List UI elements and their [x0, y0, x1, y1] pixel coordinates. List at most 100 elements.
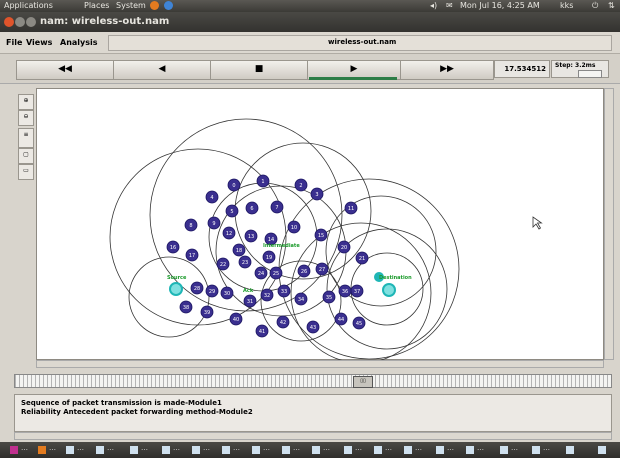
network-node[interactable]: 34: [294, 292, 308, 306]
user-name[interactable]: kks: [560, 1, 573, 10]
fast-rewind-button[interactable]: ◀◀: [16, 60, 114, 80]
taskbar-item[interactable]: …: [532, 444, 554, 455]
network-node[interactable]: 31: [243, 294, 257, 308]
network-node[interactable]: 32: [260, 288, 274, 302]
taskbar-item[interactable]: …: [96, 444, 118, 455]
step-control[interactable]: Step: 3.2ms: [551, 60, 609, 78]
analysis-menu[interactable]: Analysis: [60, 38, 98, 47]
taskbar-item[interactable]: …: [466, 444, 488, 455]
timeline-thumb[interactable]: ▯▯: [353, 376, 373, 388]
monitor-icon[interactable]: ▭: [18, 164, 34, 180]
network-node[interactable]: 45: [352, 316, 366, 330]
network-node[interactable]: 24: [254, 266, 268, 280]
fast-forward-button[interactable]: ▶▶: [400, 60, 494, 80]
taskbar-item[interactable]: …: [344, 444, 366, 455]
network-node[interactable]: 0: [227, 178, 241, 192]
source-node[interactable]: [169, 282, 183, 296]
annotation-line-2[interactable]: Reliability Antecedent packet forwarding…: [21, 408, 605, 417]
network-node[interactable]: 22: [216, 257, 230, 271]
network-node[interactable]: 36: [338, 284, 352, 298]
network-node[interactable]: 23: [238, 255, 252, 269]
horizontal-scrollbar[interactable]: [36, 360, 604, 368]
help-icon[interactable]: [164, 1, 173, 12]
zoom-in-icon[interactable]: ⊕: [18, 94, 34, 110]
mail-icon[interactable]: ✉: [446, 1, 453, 10]
network-node[interactable]: 1: [256, 174, 270, 188]
power-icon[interactable]: ⏻: [592, 1, 598, 11]
network-node[interactable]: 9: [207, 216, 221, 230]
maximize-icon[interactable]: [26, 17, 36, 27]
taskbar-item[interactable]: …: [222, 444, 244, 455]
network-canvas[interactable]: 0 1 2 3 4 5 6 7 8 9 10 11 12 13 14 15 16 17 18 19 20 21 22 23 24…: [36, 88, 604, 361]
system-menu[interactable]: System: [116, 1, 146, 10]
firefox-icon[interactable]: [150, 1, 159, 12]
network-node[interactable]: 35: [322, 290, 336, 304]
taskbar-item[interactable]: …: [192, 444, 214, 455]
network-node[interactable]: 29: [205, 284, 219, 298]
network-node[interactable]: 41: [255, 324, 269, 338]
taskbar-item[interactable]: …: [404, 444, 426, 455]
vertical-scrollbar[interactable]: [604, 88, 614, 360]
close-icon[interactable]: [4, 17, 14, 27]
applications-menu[interactable]: Applications: [4, 1, 53, 10]
network-node[interactable]: 7: [270, 200, 284, 214]
network-node[interactable]: 19: [262, 250, 276, 264]
taskbar-item[interactable]: [566, 445, 588, 455]
annotation-scrollbar[interactable]: [14, 432, 612, 440]
step-slider[interactable]: [578, 70, 602, 78]
network-node[interactable]: 26: [297, 264, 311, 278]
network-node[interactable]: 40: [229, 312, 243, 326]
taskbar-item[interactable]: …: [10, 444, 32, 455]
network-node[interactable]: 12: [222, 226, 236, 240]
minimize-icon[interactable]: [15, 17, 25, 27]
network-node[interactable]: 6: [245, 201, 259, 215]
destination-node[interactable]: [382, 283, 396, 297]
network-node[interactable]: 43: [306, 320, 320, 334]
taskbar-item[interactable]: …: [252, 444, 274, 455]
taskbar-item[interactable]: …: [66, 444, 88, 455]
places-menu[interactable]: Places: [84, 1, 109, 10]
cursor-icon[interactable]: ▢: [18, 148, 34, 164]
network-node[interactable]: 21: [355, 251, 369, 265]
taskbar-item[interactable]: …: [130, 444, 152, 455]
taskbar-item[interactable]: …: [500, 444, 522, 455]
network-node[interactable]: 28: [190, 281, 204, 295]
network-node[interactable]: 4: [205, 190, 219, 204]
network-node[interactable]: 10: [287, 220, 301, 234]
rewind-button[interactable]: ◀: [113, 60, 211, 80]
network-node[interactable]: 33: [277, 284, 291, 298]
network-node[interactable]: 20: [337, 240, 351, 254]
taskbar-item[interactable]: …: [282, 444, 304, 455]
volume-icon[interactable]: ◂): [430, 1, 437, 10]
timeline-slider[interactable]: ▯▯: [14, 374, 612, 388]
network-node[interactable]: 44: [334, 312, 348, 326]
clock[interactable]: Mon Jul 16, 4:25 AM: [460, 1, 540, 10]
taskbar-item[interactable]: [598, 445, 620, 455]
network-node[interactable]: 5: [225, 204, 239, 218]
network-node[interactable]: 37: [350, 284, 364, 298]
taskbar-item[interactable]: …: [162, 444, 184, 455]
file-menu[interactable]: File: [6, 38, 22, 47]
network-node[interactable]: 13: [244, 229, 258, 243]
taskbar-item[interactable]: …: [436, 444, 458, 455]
edit-icon[interactable]: ≡: [18, 128, 34, 148]
views-menu[interactable]: Views: [26, 38, 52, 47]
network-node[interactable]: 3: [310, 187, 324, 201]
network-node[interactable]: 2: [294, 178, 308, 192]
network-node[interactable]: 25: [269, 266, 283, 280]
network-node[interactable]: 38: [179, 300, 193, 314]
network-node[interactable]: 18: [232, 243, 246, 257]
taskbar-item[interactable]: …: [312, 444, 334, 455]
network-node[interactable]: 30: [220, 286, 234, 300]
zoom-out-icon[interactable]: ⊖: [18, 110, 34, 126]
network-node[interactable]: 17: [185, 248, 199, 262]
network-node[interactable]: 16: [166, 240, 180, 254]
network-node[interactable]: 27: [315, 262, 329, 276]
network-node[interactable]: 39: [200, 305, 214, 319]
network-node[interactable]: 15: [314, 228, 328, 242]
network-node[interactable]: 11: [344, 201, 358, 215]
network-icon[interactable]: ⇅: [608, 1, 615, 10]
taskbar-item[interactable]: …: [374, 444, 396, 455]
network-node[interactable]: 42: [276, 315, 290, 329]
annotation-line-1[interactable]: Sequence of packet transmission is made-…: [21, 399, 605, 408]
